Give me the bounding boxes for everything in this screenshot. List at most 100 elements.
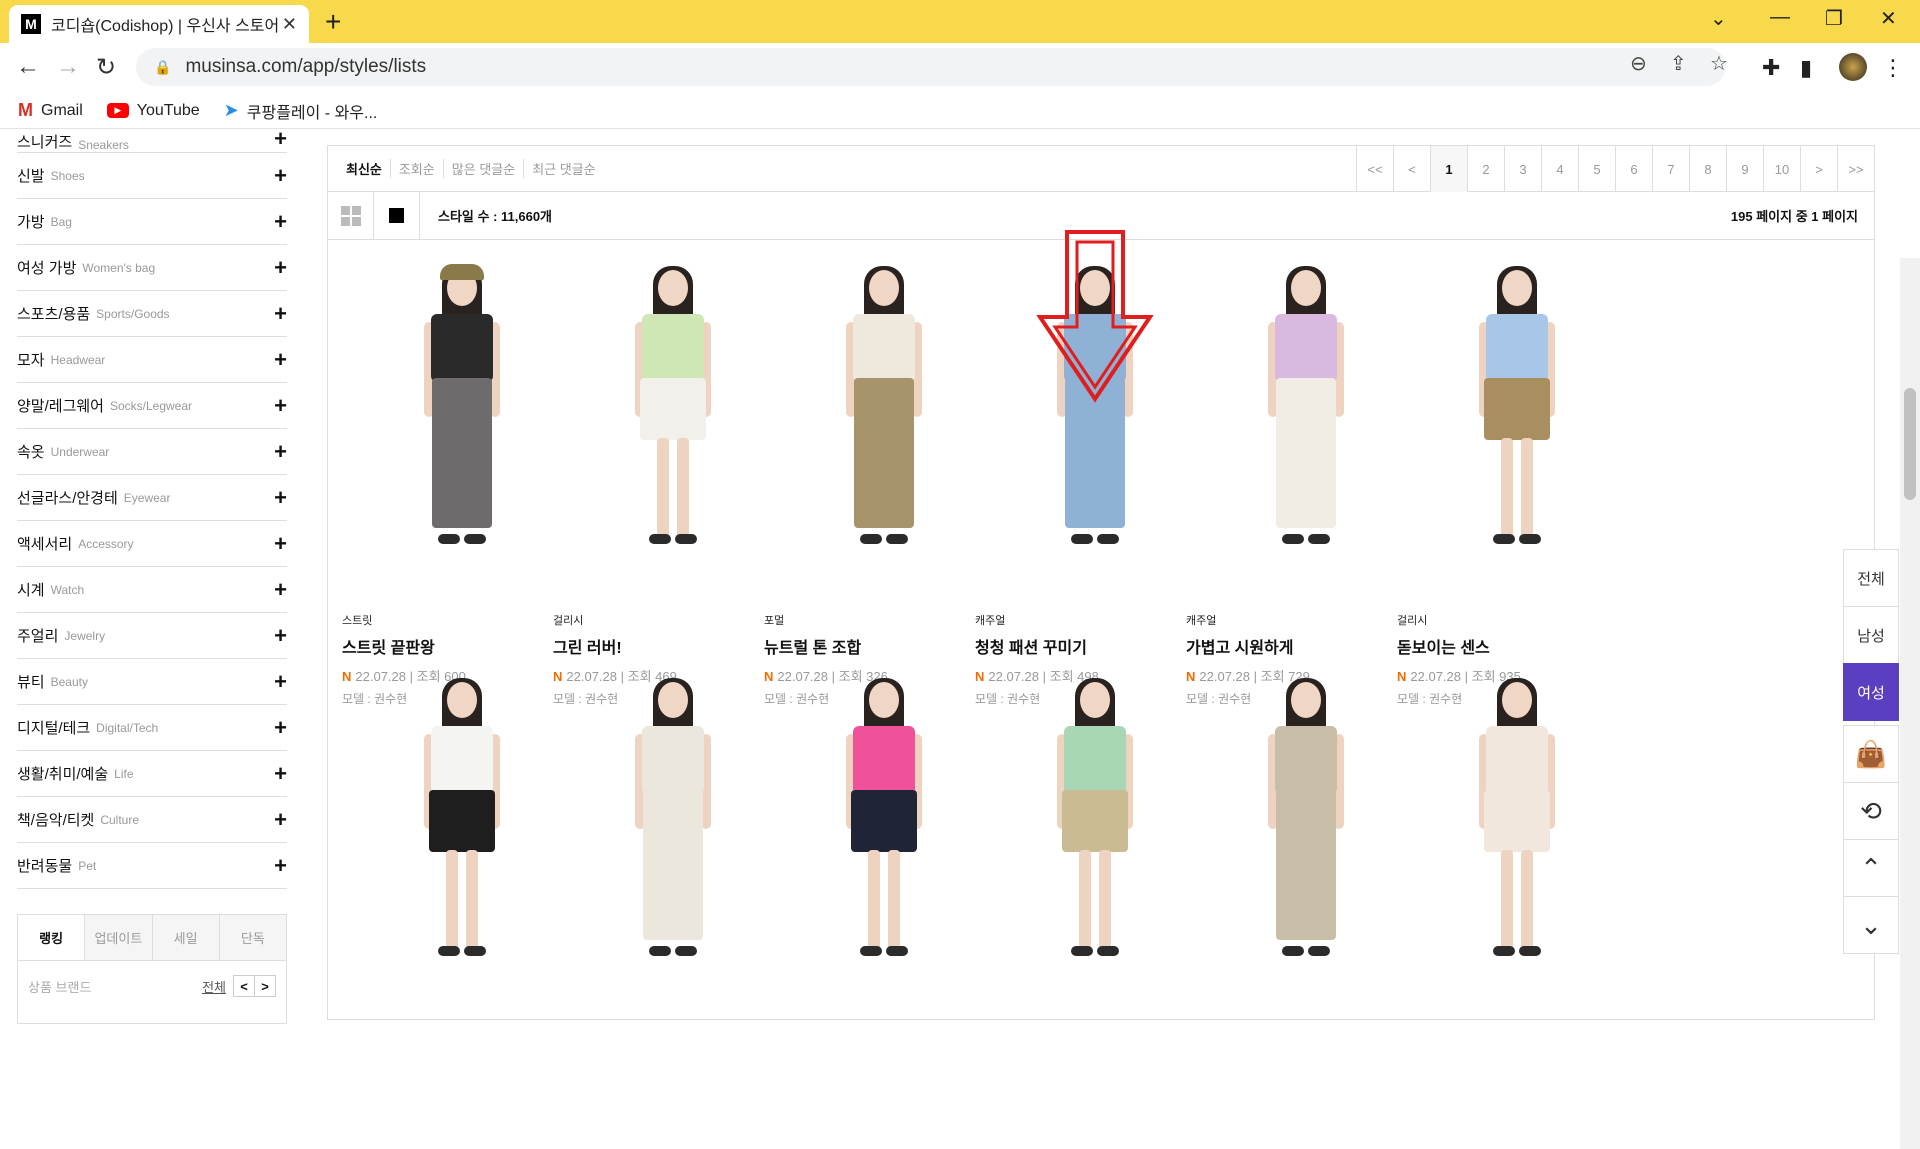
side-panel-icon[interactable]: ▮ bbox=[1800, 55, 1812, 81]
tab-exclusive[interactable]: 단독 bbox=[218, 915, 286, 960]
category-item-accessory[interactable]: 액세서리 Accessory + bbox=[17, 521, 287, 567]
expand-plus-icon[interactable]: + bbox=[274, 129, 287, 152]
scroll-top-icon[interactable]: ⌃ bbox=[1843, 839, 1899, 897]
reload-icon[interactable]: ↻ bbox=[96, 53, 116, 82]
tab-sale[interactable]: 세일 bbox=[151, 915, 219, 960]
category-item-digital-tech[interactable]: 디지털/테크 Digital/Tech + bbox=[17, 705, 287, 751]
bookmark-gmail[interactable]: M Gmail bbox=[18, 100, 83, 121]
profile-avatar[interactable] bbox=[1839, 53, 1867, 81]
sort-latest[interactable]: 최신순 bbox=[328, 159, 390, 178]
category-item-jewelry[interactable]: 주얼리 Jewelry + bbox=[17, 613, 287, 659]
filter-women-button[interactable]: 여성 bbox=[1843, 663, 1899, 721]
style-photo[interactable] bbox=[563, 668, 783, 998]
style-photo[interactable] bbox=[352, 256, 572, 586]
ranking-next-button[interactable]: > bbox=[254, 975, 276, 997]
ranking-prev-button[interactable]: < bbox=[233, 975, 255, 997]
style-photo[interactable] bbox=[1407, 256, 1627, 586]
sort-views[interactable]: 조회순 bbox=[389, 159, 443, 178]
filter-men-button[interactable]: 남성 bbox=[1843, 606, 1899, 664]
expand-plus-icon[interactable]: + bbox=[274, 531, 287, 557]
expand-plus-icon[interactable]: + bbox=[274, 807, 287, 833]
expand-plus-icon[interactable]: + bbox=[274, 393, 287, 419]
new-tab-icon[interactable]: + bbox=[325, 6, 341, 38]
category-item-headwear[interactable]: 모자 Headwear + bbox=[17, 337, 287, 383]
style-tag[interactable]: 캐주얼 bbox=[1186, 612, 1426, 628]
style-title[interactable]: 가볍고 시원하게 bbox=[1186, 634, 1426, 658]
bookmark-coupangplay[interactable]: ➤ 쿠팡플레이 - 와우... bbox=[224, 99, 378, 123]
page-button[interactable]: 5 bbox=[1578, 146, 1615, 192]
category-item-sports-goods[interactable]: 스포츠/용품 Sports/Goods + bbox=[17, 291, 287, 337]
page-button[interactable]: 4 bbox=[1541, 146, 1578, 192]
tab-update[interactable]: 업데이트 bbox=[84, 915, 152, 960]
category-item-beauty[interactable]: 뷰티 Beauty + bbox=[17, 659, 287, 705]
zoom-icon[interactable]: ⊖ bbox=[1630, 51, 1647, 76]
style-photo[interactable] bbox=[985, 668, 1205, 998]
expand-plus-icon[interactable]: + bbox=[274, 255, 287, 281]
back-icon[interactable]: ← bbox=[16, 53, 40, 81]
browser-tab[interactable]: M 코디숍(Codishop) | 우신사 스토어 ✕ bbox=[9, 5, 309, 43]
scroll-down-icon[interactable]: ⌄ bbox=[1843, 896, 1899, 954]
expand-plus-icon[interactable]: + bbox=[274, 301, 287, 327]
sort-most-comments[interactable]: 많은 댓글순 bbox=[442, 159, 523, 178]
page-button[interactable]: 6 bbox=[1615, 146, 1652, 192]
category-item-sneakers[interactable]: 스니커즈 Sneakers + bbox=[17, 129, 287, 153]
page-scrollbar[interactable] bbox=[1900, 258, 1920, 1149]
expand-plus-icon[interactable]: + bbox=[274, 347, 287, 373]
page-button[interactable]: 8 bbox=[1689, 146, 1726, 192]
extensions-icon[interactable]: ✚ bbox=[1762, 55, 1780, 81]
ranking-sub-label[interactable]: 상품 브랜드 bbox=[28, 977, 91, 996]
category-item-women-s-bag[interactable]: 여성 가방 Women's bag + bbox=[17, 245, 287, 291]
expand-plus-icon[interactable]: + bbox=[274, 209, 287, 235]
style-photo[interactable] bbox=[352, 668, 572, 998]
forward-icon[interactable]: → bbox=[56, 53, 80, 81]
expand-plus-icon[interactable]: + bbox=[274, 577, 287, 603]
minimize-icon[interactable]: — bbox=[1770, 6, 1790, 29]
page-button[interactable]: 10 bbox=[1763, 146, 1800, 192]
page-button[interactable]: < bbox=[1393, 146, 1430, 192]
style-title[interactable]: 뉴트럴 톤 조합 bbox=[764, 634, 1004, 658]
expand-plus-icon[interactable]: + bbox=[274, 761, 287, 787]
bookmark-youtube[interactable]: ▶ YouTube bbox=[106, 102, 200, 120]
close-window-icon[interactable]: ✕ bbox=[1880, 6, 1897, 31]
category-item-eyewear[interactable]: 선글라스/안경테 Eyewear + bbox=[17, 475, 287, 521]
grid-view-icon[interactable] bbox=[328, 191, 374, 240]
page-button[interactable]: << bbox=[1356, 146, 1393, 192]
style-photo[interactable] bbox=[1196, 668, 1416, 998]
expand-plus-icon[interactable]: + bbox=[274, 439, 287, 465]
single-view-icon[interactable] bbox=[374, 191, 420, 240]
style-title[interactable]: 돋보이는 센스 bbox=[1397, 634, 1637, 658]
category-item-life[interactable]: 생활/취미/예술 Life + bbox=[17, 751, 287, 797]
expand-plus-icon[interactable]: + bbox=[274, 163, 287, 189]
expand-plus-icon[interactable]: + bbox=[274, 853, 287, 879]
page-button[interactable]: 9 bbox=[1726, 146, 1763, 192]
expand-plus-icon[interactable]: + bbox=[274, 715, 287, 741]
restore-icon[interactable]: ❐ bbox=[1825, 6, 1843, 31]
category-item-shoes[interactable]: 신발 Shoes + bbox=[17, 153, 287, 199]
tab-close-icon[interactable]: ✕ bbox=[282, 14, 297, 35]
sort-recent-comments[interactable]: 최근 댓글순 bbox=[523, 159, 603, 178]
style-title[interactable]: 청청 패션 꾸미기 bbox=[975, 634, 1215, 658]
menu-kebab-icon[interactable]: ⋮ bbox=[1882, 55, 1904, 81]
style-tag[interactable]: 스트릿 bbox=[342, 612, 582, 628]
share-icon[interactable]: ⟲ bbox=[1843, 782, 1899, 840]
filter-all-button[interactable]: 전체 bbox=[1843, 549, 1899, 607]
tab-ranking[interactable]: 랭킹 bbox=[18, 915, 85, 960]
style-tag[interactable]: 캐주얼 bbox=[975, 612, 1215, 628]
expand-plus-icon[interactable]: + bbox=[274, 485, 287, 511]
page-button[interactable]: >> bbox=[1837, 146, 1874, 192]
style-title[interactable]: 그린 러버! bbox=[553, 634, 793, 658]
bookmark-star-icon[interactable]: ☆ bbox=[1710, 51, 1728, 76]
style-photo[interactable] bbox=[774, 668, 994, 998]
ranking-all-link[interactable]: 전체 bbox=[202, 977, 226, 996]
style-title[interactable]: 스트릿 끝판왕 bbox=[342, 634, 582, 658]
category-item-socks-legwear[interactable]: 양말/레그웨어 Socks/Legwear + bbox=[17, 383, 287, 429]
style-photo[interactable] bbox=[1196, 256, 1416, 586]
category-item-underwear[interactable]: 속옷 Underwear + bbox=[17, 429, 287, 475]
expand-plus-icon[interactable]: + bbox=[274, 669, 287, 695]
address-bar[interactable]: 🔒 musinsa.com/app/styles/lists bbox=[136, 48, 1726, 86]
expand-plus-icon[interactable]: + bbox=[274, 623, 287, 649]
style-photo[interactable] bbox=[774, 256, 994, 586]
style-photo[interactable] bbox=[563, 256, 783, 586]
page-button[interactable]: 3 bbox=[1504, 146, 1541, 192]
style-tag[interactable]: 걸리시 bbox=[1397, 612, 1637, 628]
